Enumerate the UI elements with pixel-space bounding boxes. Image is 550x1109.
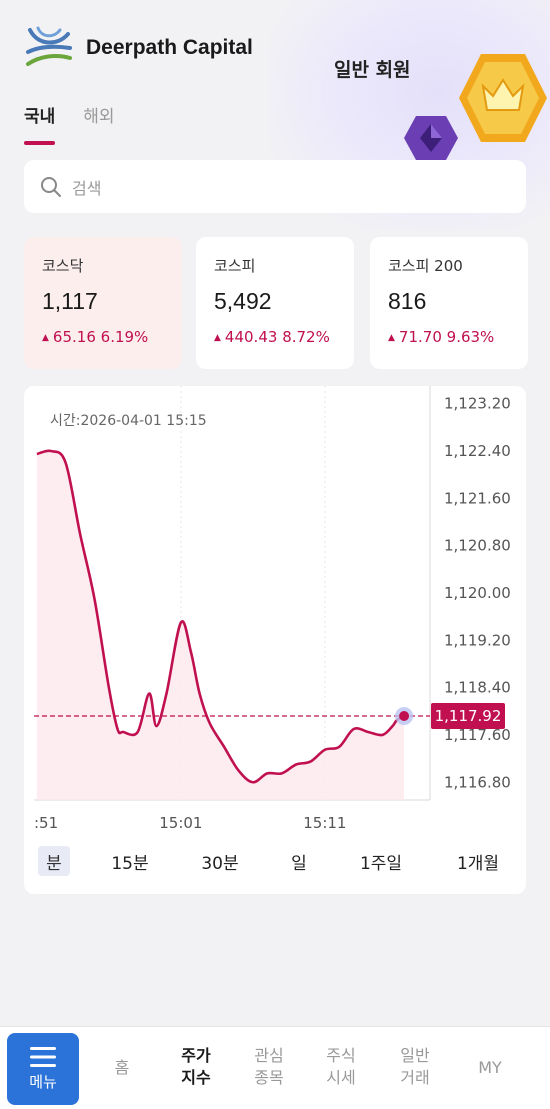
nav-item-stock-index[interactable]: 주가지수	[176, 1045, 216, 1089]
index-card-kospi[interactable]: 코스피 5,492 ▲ 440.43 8.72%	[196, 237, 354, 369]
nav-item-label: 주식	[326, 1046, 356, 1065]
nav-item-label: MY	[478, 1058, 502, 1077]
index-change-amount: 71.70	[398, 328, 442, 346]
tab-overseas[interactable]: 해외	[83, 102, 114, 135]
nav-item-home[interactable]: 홈	[108, 1057, 136, 1079]
range-30min-button[interactable]: 30분	[194, 846, 246, 876]
purple-gem-icon	[404, 116, 458, 160]
nav-item-label: 홈	[114, 1058, 130, 1077]
nav-item-label: 관심	[254, 1046, 284, 1065]
index-value: 1,117	[42, 288, 98, 314]
menu-label: 메뉴	[29, 1072, 57, 1091]
range-minute-button[interactable]: 분	[38, 846, 70, 876]
search-input[interactable]: 검색	[24, 160, 526, 213]
nav-item-label: 주가	[181, 1046, 211, 1065]
index-change-percent: 8.72%	[282, 328, 330, 346]
logo-icon	[26, 26, 72, 66]
index-change-percent: 9.63%	[446, 328, 495, 346]
nav-item-label: 거래	[400, 1068, 430, 1087]
brand-name: Deerpath Capital	[86, 36, 253, 59]
nav-item-label: 시세	[326, 1068, 356, 1087]
index-chart[interactable]: 1,123.20 1,122.40 1,121.60 1,120.80 1,120.00…	[24, 386, 526, 846]
nav-item-label: 지수	[181, 1068, 211, 1087]
range-week-button[interactable]: 1주일	[354, 846, 408, 876]
x-tick-label: 15:11	[303, 814, 346, 832]
nav-item-stock-quotes[interactable]: 주식시세	[321, 1045, 361, 1089]
index-change-amount: 65.16	[52, 328, 96, 346]
index-change-amount: 440.43	[224, 328, 278, 346]
range-day-button[interactable]: 일	[284, 846, 314, 876]
range-selector: 분 15분 30분 일 1주일 1개월	[24, 846, 526, 878]
nav-item-general-trade[interactable]: 일반거래	[395, 1045, 435, 1089]
index-change: ▲ 65.16 6.19%	[42, 328, 182, 346]
nav-item-my[interactable]: MY	[470, 1057, 510, 1079]
chart-panel: 1,123.20 1,122.40 1,121.60 1,120.80 1,120.00…	[24, 386, 526, 894]
menu-button[interactable]: 메뉴	[7, 1033, 79, 1105]
member-badge[interactable]: 일반 회원	[334, 55, 411, 82]
nav-item-label: 종목	[254, 1068, 284, 1087]
current-value-label: 1,117.92	[435, 707, 502, 725]
index-cards: 코스닥 1,117 ▲ 65.16 6.19% 코스피 5,492 ▲ 440.43…	[24, 237, 528, 369]
index-change-percent: 6.19%	[100, 328, 149, 346]
current-point-marker	[399, 711, 410, 722]
hamburger-icon	[30, 1046, 56, 1067]
nav-item-label: 일반	[400, 1046, 430, 1065]
bottom-navigation: 메뉴 홈 주가지수 관심종목 주식시세 일반거래 MY	[0, 1026, 550, 1109]
range-month-button[interactable]: 1개월	[448, 846, 508, 876]
index-name: 코스피	[214, 257, 256, 275]
index-card-kosdaq[interactable]: 코스닥 1,117 ▲ 65.16 6.19%	[24, 237, 182, 369]
market-tabs: 국내 해외	[24, 102, 115, 145]
index-value: 5,492	[214, 288, 272, 314]
nav-item-watchlist[interactable]: 관심종목	[249, 1045, 289, 1089]
y-tick-label: 1,118.40	[444, 679, 511, 697]
chart-area-fill	[36, 450, 405, 800]
search-icon	[41, 176, 61, 197]
y-tick-label: 1,120.80	[444, 537, 511, 555]
gold-crown-badge-icon	[459, 54, 547, 142]
y-tick-label: 1,121.60	[444, 489, 511, 507]
index-name: 코스닥	[42, 257, 84, 275]
x-tick-label: :51	[34, 814, 58, 832]
index-change: ▲ 71.70 9.63%	[388, 328, 528, 346]
index-change: ▲ 440.43 8.72%	[214, 328, 354, 346]
up-arrow-icon: ▲	[214, 332, 221, 343]
header: Deerpath Capital 일반 회원 국내 해외	[0, 0, 550, 160]
search-placeholder: 검색	[72, 178, 102, 198]
y-tick-label: 1,116.80	[444, 773, 511, 791]
up-arrow-icon: ▲	[388, 332, 395, 343]
x-tick-label: 15:01	[159, 814, 202, 832]
up-arrow-icon: ▲	[42, 332, 49, 343]
tab-domestic[interactable]: 국내	[24, 102, 56, 145]
index-value: 816	[388, 288, 427, 314]
y-tick-label: 1,123.20	[444, 395, 511, 413]
y-tick-label: 1,122.40	[444, 442, 511, 460]
index-name: 코스피 200	[388, 257, 463, 275]
y-tick-label: 1,119.20	[444, 631, 511, 649]
index-card-kospi200[interactable]: 코스피 200 816 ▲ 71.70 9.63%	[370, 237, 528, 369]
range-15min-button[interactable]: 15분	[104, 846, 156, 876]
y-tick-label: 1,120.00	[444, 584, 511, 602]
chart-timestamp: 시간:2026-04-01 15:15	[50, 413, 207, 429]
